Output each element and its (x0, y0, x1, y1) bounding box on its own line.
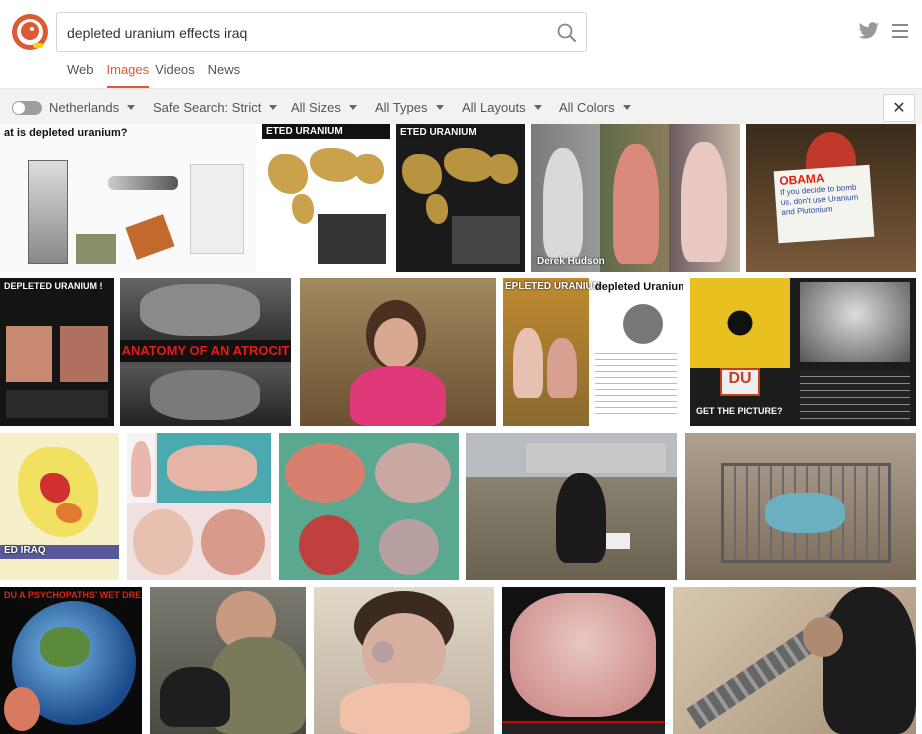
image-result[interactable] (127, 433, 271, 580)
layout-label: All Layouts (462, 100, 526, 115)
tab-news[interactable]: News (208, 62, 248, 88)
image-result[interactable]: DU A PSYCHOPATHS' WET DREAM (0, 587, 142, 734)
image-result[interactable]: ANATOMY OF AN ATROCIT (120, 278, 291, 426)
image-subcaption: GET THE PICTURE? (696, 406, 783, 416)
hamburger-icon[interactable] (892, 24, 908, 38)
close-icon: ✕ (892, 100, 906, 117)
image-result[interactable] (279, 433, 459, 580)
duckduckgo-logo[interactable] (12, 14, 48, 50)
search-input[interactable] (67, 22, 537, 44)
image-result[interactable]: DEPLETED URANIUM ! (0, 278, 114, 426)
image-caption: DU A PSYCHOPATHS' WET DREAM (4, 590, 142, 600)
image-result[interactable]: ETED URANIUM (262, 124, 390, 272)
image-results-grid: at is depleted uranium? ETED URANIUM ETE… (0, 124, 922, 734)
image-caption: Derek Hudson (537, 256, 605, 267)
tab-web[interactable]: Web (67, 62, 101, 88)
image-result[interactable] (502, 587, 665, 734)
close-filters-button[interactable]: ✕ (883, 94, 915, 122)
duck-beak (33, 43, 43, 48)
image-caption: EPLETED URANIUM (505, 281, 602, 292)
image-result[interactable]: Derek Hudson (531, 124, 740, 272)
region-toggle[interactable] (12, 101, 42, 115)
image-result[interactable]: ETED URANIUM (396, 124, 525, 272)
search-tabs: Web Images Videos News (67, 62, 253, 88)
type-label: All Types (375, 100, 428, 115)
image-caption: DU (728, 370, 752, 387)
image-result[interactable]: ED IRAQ (0, 433, 119, 580)
image-caption: ED IRAQ (4, 545, 46, 556)
image-caption: depleted Uranium (595, 281, 683, 293)
caret-down-icon (348, 105, 357, 110)
image-result[interactable]: DU GET THE PICTURE? (690, 278, 916, 426)
size-filter[interactable]: All Sizes (291, 100, 357, 115)
image-caption: DEPLETED URANIUM ! (4, 281, 103, 291)
image-result[interactable] (314, 587, 494, 734)
region-label: Netherlands (49, 100, 120, 115)
tab-images[interactable]: Images (106, 62, 150, 88)
image-result[interactable] (685, 433, 916, 580)
tab-videos[interactable]: Videos (155, 62, 202, 88)
filter-bar: Netherlands Safe Search: Strict All Size… (0, 88, 922, 124)
search-icon[interactable] (556, 22, 578, 44)
type-filter[interactable]: All Types (375, 100, 444, 115)
caret-down-icon (533, 105, 542, 110)
image-result[interactable] (300, 278, 496, 426)
twitter-icon[interactable] (858, 22, 880, 40)
image-result[interactable] (150, 587, 306, 734)
safe-search-filter[interactable]: Safe Search: Strict (153, 100, 278, 115)
image-caption: ANATOMY OF AN ATROCIT (120, 340, 291, 362)
caret-down-icon (269, 105, 278, 110)
search-box (56, 12, 587, 52)
image-result[interactable]: at is depleted uranium? (0, 124, 256, 272)
caret-down-icon (127, 105, 136, 110)
color-filter[interactable]: All Colors (559, 100, 631, 115)
layout-filter[interactable]: All Layouts (462, 100, 542, 115)
color-label: All Colors (559, 100, 615, 115)
duck-icon (17, 19, 43, 45)
image-caption: at is depleted uranium? (4, 127, 128, 139)
header: Web Images Videos News (0, 0, 922, 88)
safe-search-label: Safe Search: Strict (153, 100, 262, 115)
size-label: All Sizes (291, 100, 341, 115)
image-caption: ETED URANIUM (400, 127, 477, 138)
image-result[interactable] (673, 587, 916, 734)
image-caption: ETED URANIUM (262, 124, 390, 139)
image-result[interactable] (466, 433, 677, 580)
image-result[interactable]: OBAMA If you decide to bomb us, don't us… (746, 124, 916, 272)
sign-text: If you decide to bomb us, don't use Uran… (779, 182, 859, 217)
caret-down-icon (622, 105, 631, 110)
caret-down-icon (435, 105, 444, 110)
image-result[interactable]: EPLETED URANIUM depleted Uranium (503, 278, 683, 426)
region-filter[interactable]: Netherlands (49, 100, 136, 115)
